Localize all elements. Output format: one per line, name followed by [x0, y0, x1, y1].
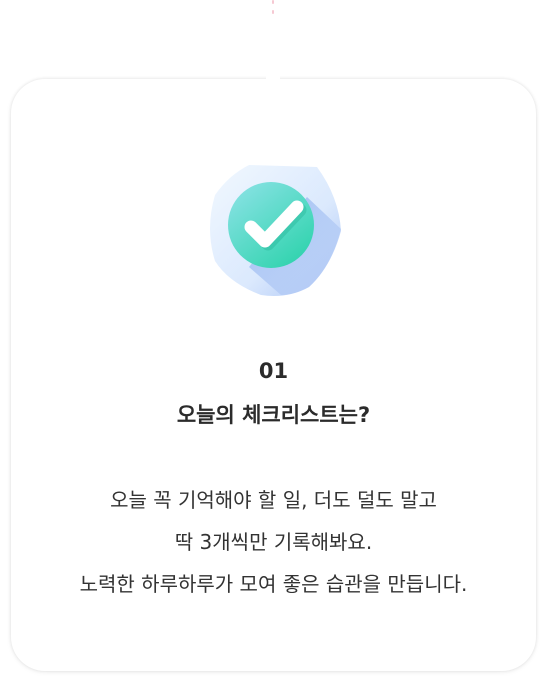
- card-description: 오늘 꼭 기억해야 할 일, 더도 덜도 말고 딱 3개씩만 기록해봐요. 노력…: [11, 479, 536, 605]
- feature-card: 01 오늘의 체크리스트는? 오늘 꼭 기억해야 할 일, 더도 덜도 말고 딱…: [11, 79, 536, 671]
- card-title: 오늘의 체크리스트는?: [176, 403, 371, 427]
- connector-line: [271, 0, 275, 20]
- step-number: 01: [258, 359, 289, 383]
- card-notch: [266, 74, 280, 82]
- description-line: 딱 3개씩만 기록해봐요.: [174, 530, 373, 554]
- description-line: 노력한 하루하루가 모여 좋은 습관을 만듭니다.: [79, 572, 468, 596]
- shield-check-icon: [210, 165, 341, 296]
- description-line: 오늘 꼭 기억해야 할 일, 더도 덜도 말고: [110, 488, 437, 512]
- feature-page: 01 오늘의 체크리스트는? 오늘 꼭 기억해야 할 일, 더도 덜도 말고 딱…: [0, 0, 547, 684]
